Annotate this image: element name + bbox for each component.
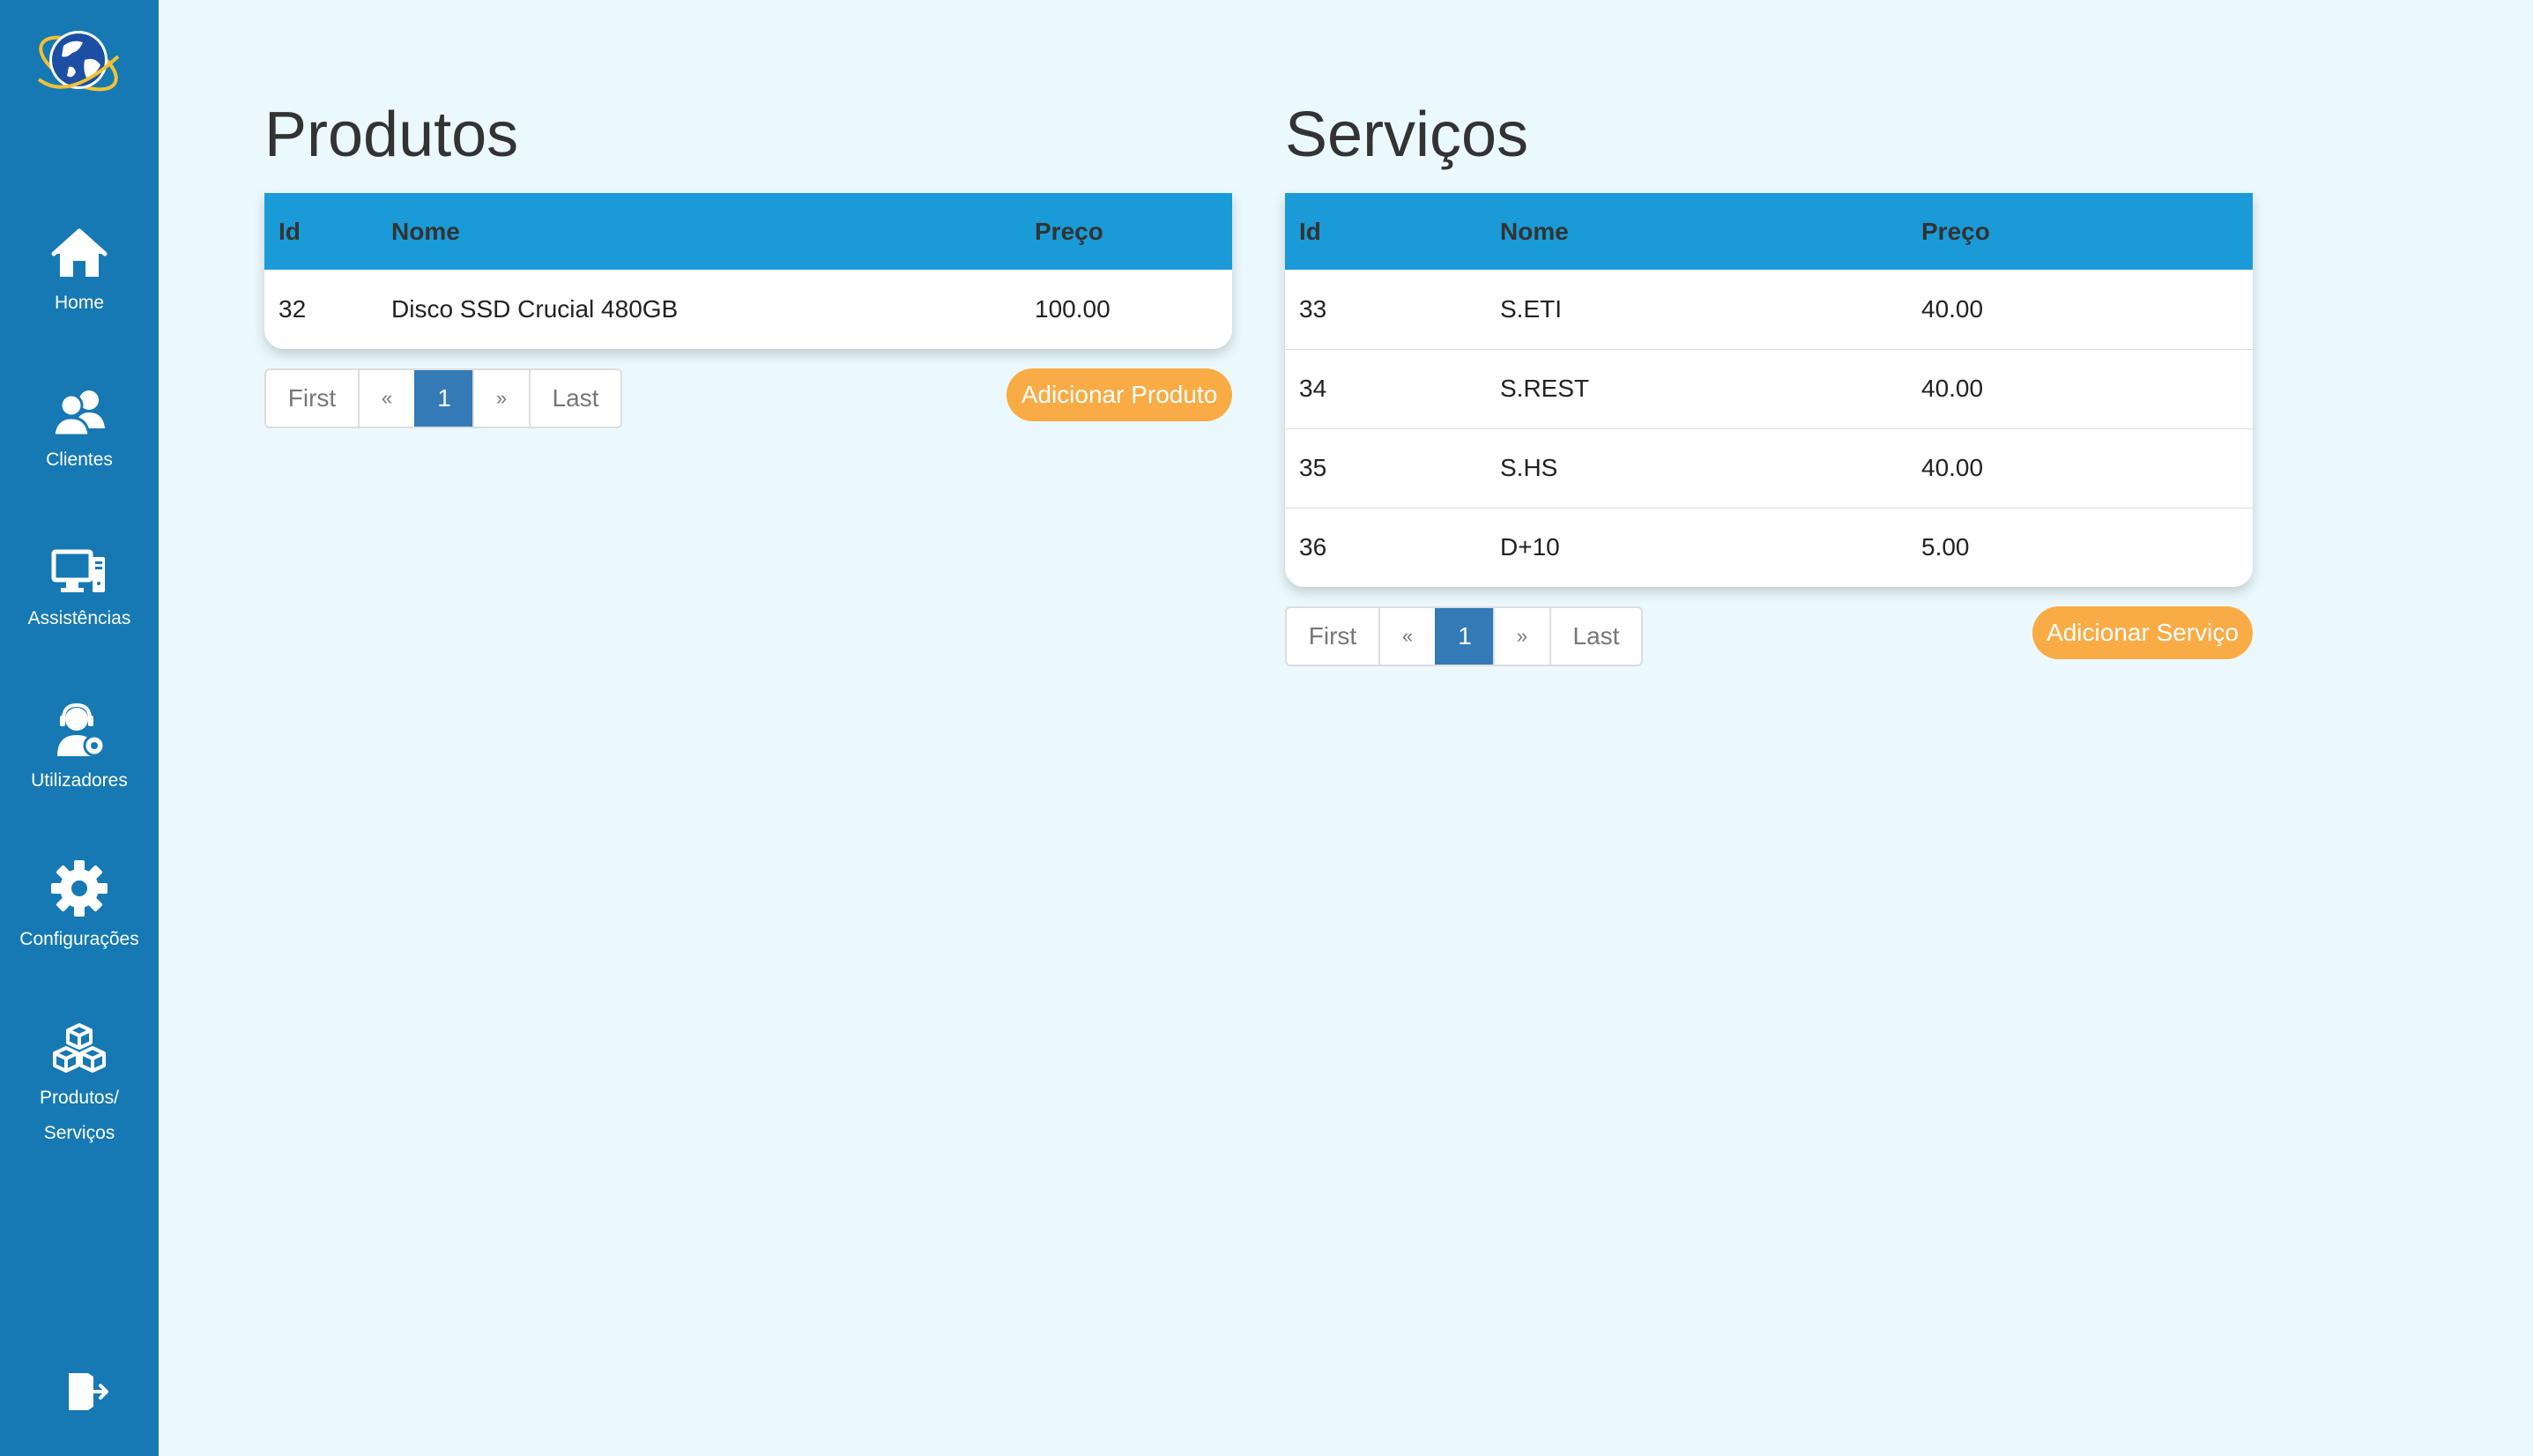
logout-button[interactable] — [65, 1370, 109, 1414]
column-header-preco[interactable]: Preço — [1021, 193, 1232, 270]
page-last-button[interactable]: Last — [529, 370, 620, 427]
page-last-button[interactable]: Last — [1549, 608, 1641, 665]
sidebar-item-label: Assistências — [27, 608, 131, 628]
sidebar: Home Clientes Assistências Utilizadores … — [0, 0, 159, 1456]
table-header-row: Id Nome Preço — [264, 193, 1232, 270]
sidebar-item-configuracoes[interactable]: Configurações — [0, 860, 159, 957]
sidebar-item-assistencias[interactable]: Assistências — [0, 546, 159, 636]
cell-id: 36 — [1285, 507, 1486, 587]
cell-nome: D+10 — [1486, 507, 1907, 587]
cell-preco: 5.00 — [1907, 507, 2253, 587]
sidebar-item-label-line2: Serviços — [43, 1123, 115, 1143]
cell-preco: 40.00 — [1907, 427, 2253, 508]
cell-id: 35 — [1285, 427, 1486, 508]
add-service-button[interactable]: Adicionar Serviço — [2032, 606, 2253, 659]
page-current-button[interactable]: 1 — [414, 370, 472, 427]
cell-id: 32 — [279, 295, 307, 323]
sidebar-item-label: Configurações — [19, 929, 139, 949]
computer-icon — [51, 549, 105, 592]
sidebar-item-label: Utilizadores — [31, 770, 128, 791]
cell-preco: 40.00 — [1907, 348, 2253, 428]
page-next-button[interactable]: » — [1493, 608, 1549, 665]
sidebar-item-clientes[interactable]: Clientes — [0, 388, 159, 478]
produtos-table: Id Nome Preço 32 Disco SSD Crucial 480GB… — [264, 193, 1232, 349]
cell-nome: S.HS — [1486, 427, 1907, 508]
sidebar-item-label: Home — [54, 293, 105, 313]
page-next-button[interactable]: » — [472, 370, 529, 427]
cell-preco: 40.00 — [1921, 294, 1984, 323]
boxes-icon — [53, 1023, 106, 1073]
home-icon — [51, 228, 108, 277]
table-row[interactable]: 34 S.REST 40.00 — [1285, 348, 2253, 428]
table-header-row: Id Nome Preço — [1285, 193, 2253, 270]
sidebar-item-home[interactable]: Home — [0, 227, 159, 321]
column-header-id[interactable]: Id — [1285, 193, 1486, 270]
add-product-button[interactable]: Adicionar Produto — [1007, 368, 1232, 421]
column-header-id[interactable]: Id — [264, 193, 377, 270]
pagination: First « 1 » Last — [1285, 606, 1643, 666]
page-prev-button[interactable]: « — [1378, 608, 1435, 665]
column-header-nome[interactable]: Nome — [1486, 193, 1907, 270]
cell-nome: S.REST — [1486, 348, 1907, 428]
page-first-button[interactable]: First — [266, 370, 358, 427]
gear-icon — [51, 860, 108, 917]
column-header-preco[interactable]: Preço — [1907, 193, 2253, 270]
table-row[interactable]: 33 S.ETI 40.00 — [1285, 270, 2253, 349]
sidebar-item-produtos-servicos[interactable]: Produtos/ Serviços — [0, 1022, 159, 1151]
page-title: Serviços — [1285, 100, 1529, 170]
pagination: First « 1 » Last — [264, 368, 622, 428]
page-prev-button[interactable]: « — [358, 370, 414, 427]
cell-nome: Disco SSD Crucial 480GB — [391, 295, 679, 323]
servicos-table: Id Nome Preço 33 S.ETI 40.00 34 S.REST 4… — [1285, 193, 2253, 587]
page-title: Produtos — [264, 100, 519, 170]
cell-preco: 100.00 — [1035, 295, 1111, 323]
globe-logo-icon[interactable] — [33, 21, 123, 100]
cell-id: 34 — [1285, 348, 1486, 428]
cell-nome: S.ETI — [1500, 294, 1563, 323]
table-row[interactable]: 36 D+10 5.00 — [1285, 507, 2253, 587]
sidebar-item-label-line1: Produtos/ — [40, 1088, 119, 1108]
column-header-nome[interactable]: Nome — [377, 193, 1021, 270]
support-agent-icon — [57, 703, 106, 757]
sidebar-item-utilizadores[interactable]: Utilizadores — [0, 703, 159, 799]
page-current-button[interactable]: 1 — [1435, 608, 1493, 665]
cell-id: 33 — [1299, 294, 1327, 323]
page-first-button[interactable]: First — [1287, 608, 1378, 665]
sidebar-item-label: Clientes — [46, 449, 113, 470]
logout-icon — [69, 1373, 108, 1410]
table-row[interactable]: 32 Disco SSD Crucial 480GB 100.00 — [264, 270, 1232, 349]
table-row[interactable]: 35 S.HS 40.00 — [1285, 427, 2253, 508]
users-icon — [52, 390, 105, 437]
